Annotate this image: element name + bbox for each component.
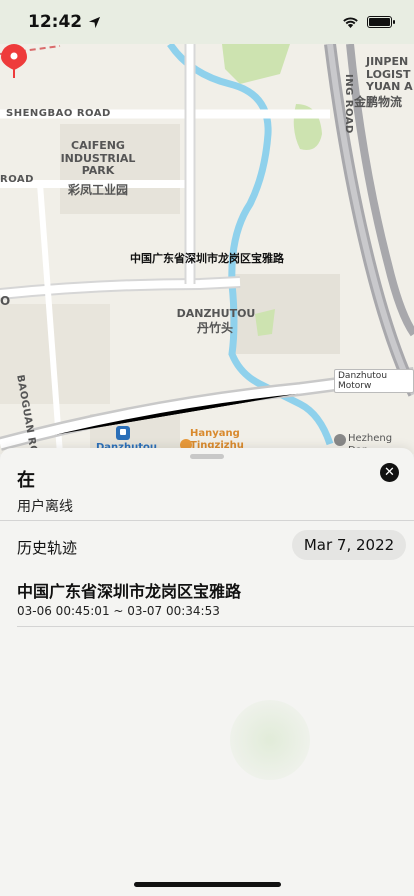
- history-record-time: 03-06 00:45:01 ~ 03-07 00:34:53: [17, 604, 220, 618]
- close-button[interactable]: ✕: [380, 463, 399, 482]
- motorway-label: Danzhutou Motorw: [334, 369, 414, 393]
- place-jinpeng-en: JINPEN LOGIST YUAN A: [366, 55, 413, 94]
- device-status-title: 在: [17, 470, 35, 491]
- bottom-sheet: 在 用户离线 ✕ 历史轨迹 Mar 7, 2022 中国广东省深圳市龙岗区宝雅路…: [0, 448, 414, 896]
- place-caifeng-en: CAIFENG INDUSTRIAL PARK: [60, 139, 136, 178]
- location-arrow-icon: [89, 16, 101, 28]
- record-divider: [17, 626, 414, 627]
- map-view[interactable]: SHENGBAO ROAD ROAD BAOGUAN ROAD ING ROAD…: [0, 44, 414, 454]
- pin-address-label: 中国广东省深圳市龙岗区宝雅路: [130, 252, 284, 265]
- divider: [0, 520, 414, 521]
- decorative-glow: [230, 700, 310, 780]
- location-pin-icon[interactable]: [0, 44, 28, 78]
- history-record-title[interactable]: 中国广东省深圳市龙岗区宝雅路: [17, 578, 241, 602]
- wifi-icon: [343, 17, 358, 28]
- status-bar: 12:42: [0, 0, 414, 44]
- status-time: 12:42: [28, 12, 101, 32]
- metro-icon: [116, 426, 130, 440]
- road-label-left: ROAD: [0, 174, 34, 185]
- place-danzhutou-zh: 丹竹头: [196, 321, 233, 335]
- clock: 12:42: [28, 12, 83, 32]
- place-caifeng-zh: 彩凤工业园: [67, 183, 128, 197]
- poi-icon: [334, 434, 346, 446]
- home-indicator[interactable]: [134, 882, 281, 887]
- road-label-jinpeng: ING ROAD: [343, 74, 354, 134]
- status-indicators: [342, 16, 395, 28]
- history-label: 历史轨迹: [17, 539, 78, 557]
- road-label-shengbao: SHENGBAO ROAD: [6, 108, 111, 119]
- close-icon: ✕: [384, 465, 395, 480]
- date-picker-button[interactable]: Mar 7, 2022: [292, 530, 406, 560]
- left-edge-label: O: [0, 294, 11, 308]
- place-jinpeng-zh: 金鹏物流: [354, 95, 403, 109]
- device-status-subtitle: 用户离线: [17, 499, 73, 515]
- place-danzhutou-en: DANZHUTOU: [176, 307, 256, 320]
- sheet-grabber[interactable]: [190, 454, 224, 459]
- battery-icon: [367, 16, 395, 28]
